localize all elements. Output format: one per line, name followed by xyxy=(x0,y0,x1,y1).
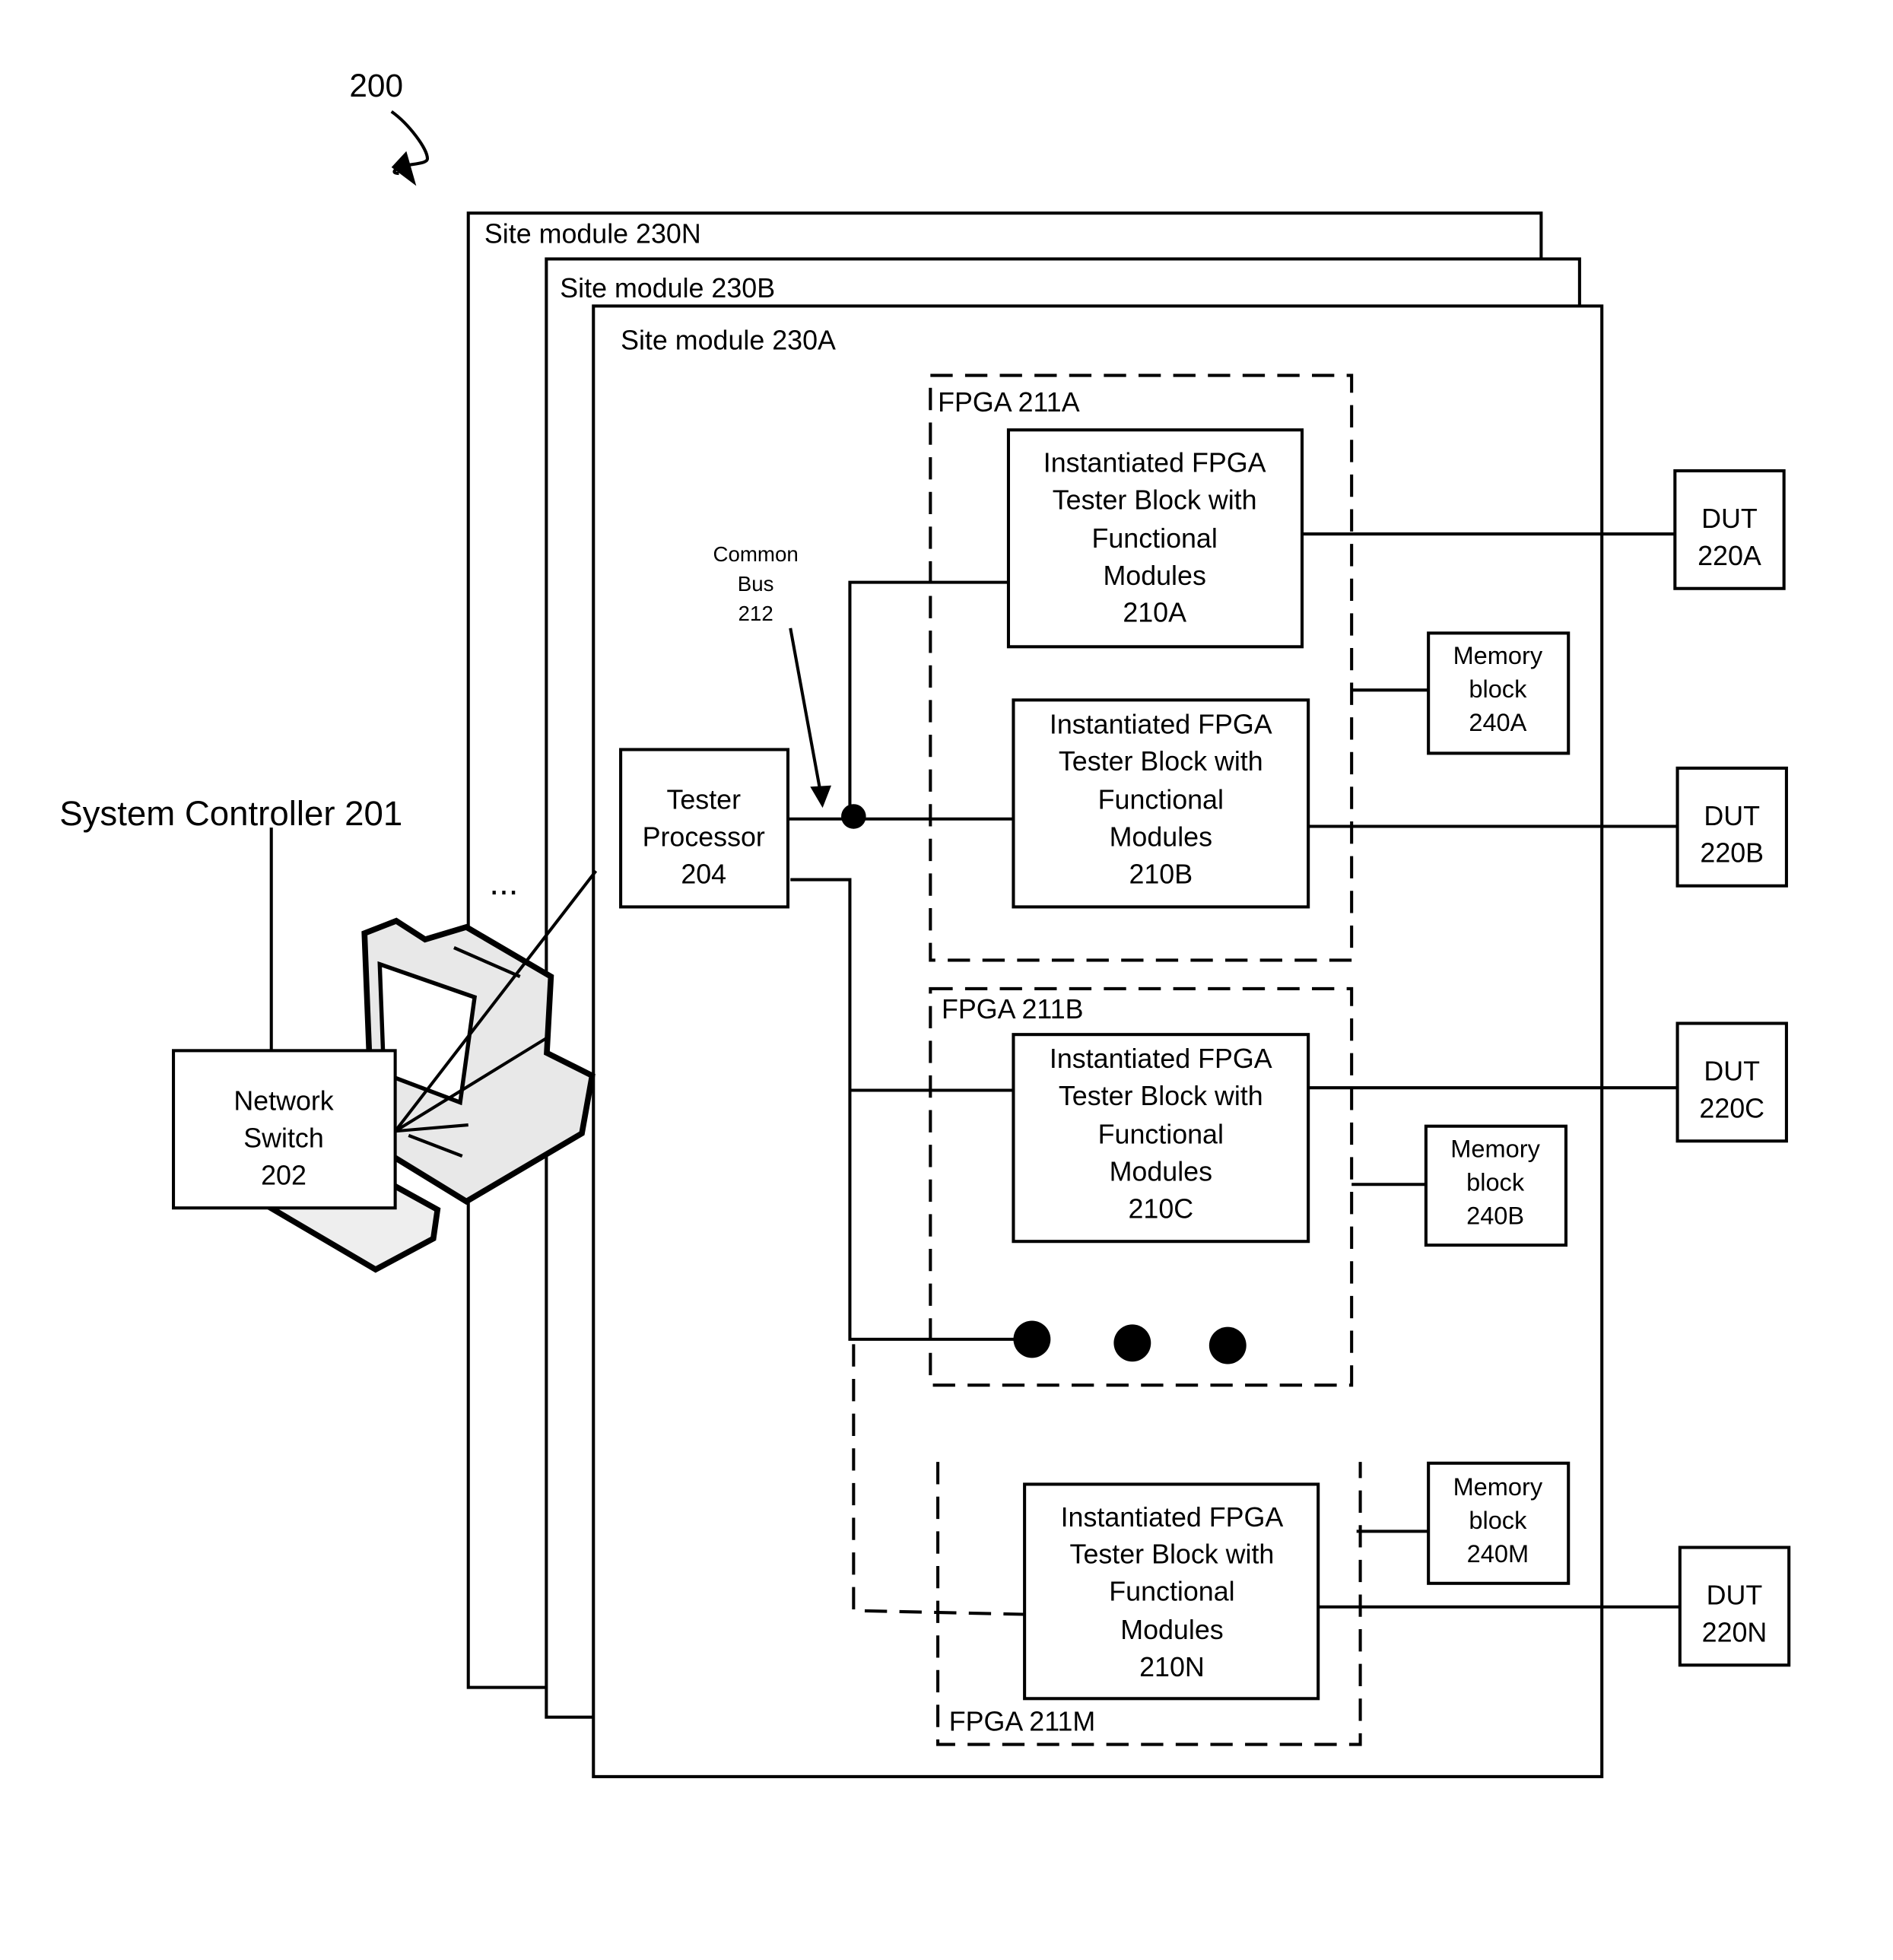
tester-block-210c-line5: 210C xyxy=(1128,1193,1193,1224)
tester-block-210c-line4: Modules xyxy=(1110,1156,1212,1186)
common-bus-line1: Common xyxy=(713,542,798,566)
tester-block-210b: Instantiated FPGA Tester Block with Func… xyxy=(1012,698,1310,909)
tester-block-210c-line2: Tester Block with xyxy=(1059,1081,1263,1111)
tester-block-210c: Instantiated FPGA Tester Block with Func… xyxy=(1012,1033,1310,1244)
tester-block-210a: Instantiated FPGA Tester Block with Func… xyxy=(1006,428,1304,649)
network-switch-line1: Network xyxy=(233,1086,333,1117)
network-switch-line3: 202 xyxy=(261,1160,307,1190)
fpga-211m-label: FPGA 211M xyxy=(949,1707,1096,1737)
tester-block-210n-line4: Modules xyxy=(1120,1615,1223,1645)
tester-block-210n: Instantiated FPGA Tester Block with Func… xyxy=(1023,1482,1320,1701)
tester-block-210b-line3: Functional xyxy=(1098,785,1224,815)
fpga-211a-label: FPGA 211A xyxy=(938,387,1080,418)
tester-processor-line1: Tester xyxy=(666,785,741,815)
tester-block-210n-line1: Instantiated FPGA xyxy=(1061,1502,1284,1533)
tester-block-210c-line1: Instantiated FPGA xyxy=(1050,1044,1272,1074)
tester-block-210a-line5: 210A xyxy=(1123,598,1186,628)
tester-block-210b-line1: Instantiated FPGA xyxy=(1050,709,1272,739)
dut-220a: DUT 220A xyxy=(1673,469,1786,590)
bus-junction-dot xyxy=(841,804,866,829)
common-bus-line2: Bus xyxy=(738,572,774,596)
dut-220c: DUT 220C xyxy=(1675,1021,1788,1143)
dut-220a-line1: DUT xyxy=(1701,504,1758,534)
tester-block-210c-line3: Functional xyxy=(1098,1120,1224,1150)
memory-block-240m-line2: block xyxy=(1469,1507,1527,1534)
tester-block-210n-line3: Functional xyxy=(1109,1577,1234,1607)
memory-block-240b-line2: block xyxy=(1466,1168,1525,1196)
memory-block-240m-line1: Memory xyxy=(1453,1473,1543,1501)
tester-block-210n-line2: Tester Block with xyxy=(1070,1539,1275,1570)
dut-220a-line2: 220A xyxy=(1698,541,1761,571)
tester-block-210a-line2: Tester Block with xyxy=(1053,485,1257,516)
tester-block-210b-line4: Modules xyxy=(1110,822,1212,853)
fpga-211b-label: FPGA 211B xyxy=(942,994,1084,1024)
dut-220n-line1: DUT xyxy=(1707,1580,1763,1610)
continuation-dot-2 xyxy=(1113,1324,1151,1362)
memory-block-240a-line1: Memory xyxy=(1453,642,1543,669)
network-switch-line2: Switch xyxy=(243,1123,324,1153)
site-module-ellipsis: ... xyxy=(489,863,518,902)
dut-220b-line2: 220B xyxy=(1700,838,1764,869)
reference-arrowhead xyxy=(391,151,417,186)
memory-block-240b-line3: 240B xyxy=(1466,1202,1524,1229)
common-bus-line3: 212 xyxy=(738,602,773,625)
system-controller-label: System Controller 201 xyxy=(59,794,402,833)
tester-block-210b-line2: Tester Block with xyxy=(1059,746,1263,777)
dut-220b-line1: DUT xyxy=(1704,801,1760,831)
memory-block-240a: Memory block 240A xyxy=(1427,631,1571,755)
tester-block-210n-line5: 210N xyxy=(1139,1652,1205,1682)
dut-220c-line2: 220C xyxy=(1699,1093,1764,1123)
memory-block-240a-line2: block xyxy=(1469,675,1527,703)
tester-block-210a-line1: Instantiated FPGA xyxy=(1043,448,1266,478)
tester-processor-line3: 204 xyxy=(681,859,726,889)
dut-220n: DUT 220N xyxy=(1678,1545,1791,1667)
continuation-dot-1 xyxy=(1013,1320,1051,1358)
tester-block-210a-line4: Modules xyxy=(1103,561,1205,591)
memory-block-240m: Memory block 240M xyxy=(1427,1461,1571,1585)
tester-processor-line2: Processor xyxy=(643,822,765,853)
tester-block-210a-line3: Functional xyxy=(1092,523,1218,554)
memory-block-240a-line3: 240A xyxy=(1469,709,1526,736)
continuation-dot-3 xyxy=(1209,1326,1247,1364)
dut-220c-line1: DUT xyxy=(1704,1056,1760,1086)
memory-block-240b-line1: Memory xyxy=(1450,1135,1540,1162)
tester-architecture-diagram: 200 Site module 230N Site module 230B Si… xyxy=(59,68,1791,1778)
site-module-230n-label: Site module 230N xyxy=(484,218,701,249)
memory-block-240m-line3: 240M xyxy=(1467,1540,1529,1568)
site-module-230b-label: Site module 230B xyxy=(560,273,775,303)
tester-block-210b-line5: 210B xyxy=(1129,859,1193,889)
figure-reference: 200 xyxy=(349,68,403,103)
memory-block-240b: Memory block 240B xyxy=(1424,1124,1567,1247)
site-module-230a-label: Site module 230A xyxy=(621,325,836,355)
dut-220n-line2: 220N xyxy=(1702,1617,1768,1647)
dut-220b: DUT 220B xyxy=(1675,766,1788,888)
